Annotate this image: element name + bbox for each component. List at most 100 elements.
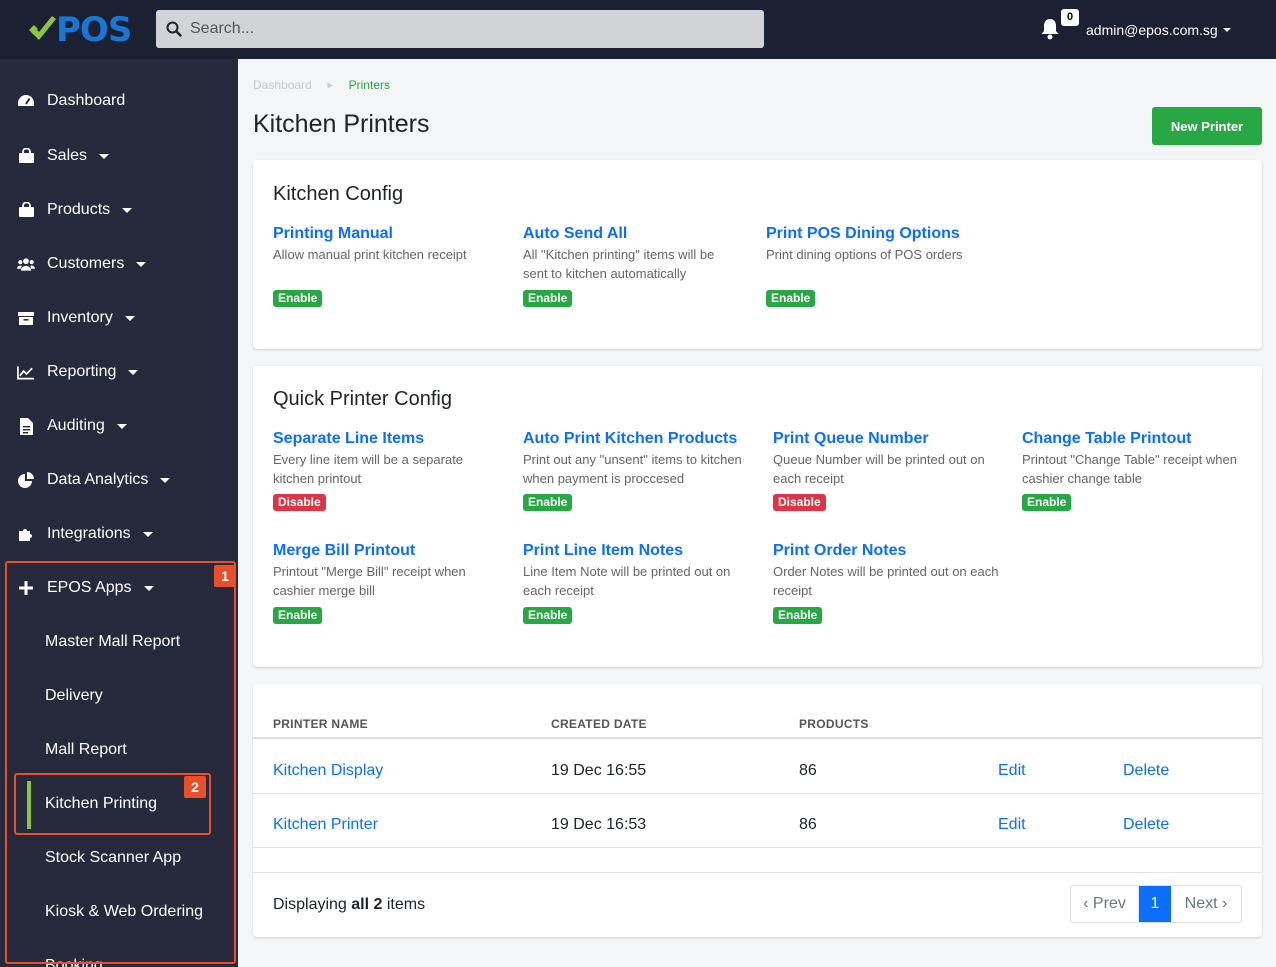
pagination-next[interactable]: Next › <box>1171 886 1241 922</box>
pie-chart-icon <box>17 471 35 489</box>
status-badge[interactable]: Enable <box>1022 494 1072 511</box>
option-desc: Every line item will be a separate kitch… <box>273 452 464 486</box>
annotation-number-2: 2 <box>184 776 206 798</box>
status-badge[interactable]: Enable <box>273 290 323 307</box>
option-title[interactable]: Separate Line Items <box>273 430 503 448</box>
items-count-text: Displaying all 2 items <box>273 896 425 914</box>
chevron-down-icon <box>116 423 127 429</box>
status-badge[interactable]: Enable <box>766 290 816 307</box>
chevron-down-icon <box>99 153 110 159</box>
delete-link[interactable]: Delete <box>1123 816 1169 834</box>
header-divider <box>253 737 1262 739</box>
printer-name-link[interactable]: Kitchen Display <box>273 762 383 780</box>
sidebar-item-label: Auditing <box>47 417 105 434</box>
puzzle-icon <box>17 525 35 543</box>
sidebar-item-sales[interactable]: Sales <box>0 129 238 183</box>
sidebar-item-inventory[interactable]: Inventory <box>0 291 238 345</box>
row-divider <box>253 847 1262 848</box>
status-badge[interactable]: Disable <box>273 494 326 511</box>
edit-link[interactable]: Edit <box>998 762 1026 780</box>
quick-printer-config-card: Quick Printer Config Separate Line Items… <box>253 366 1262 667</box>
option-change-table-printout: Change Table Printout Printout "Change T… <box>1022 430 1252 488</box>
status-badge[interactable]: Enable <box>773 607 823 624</box>
top-bar: POS 0 admin@epos.com.sg <box>0 0 1276 59</box>
option-print-queue-number: Print Queue Number Queue Number will be … <box>773 430 1003 488</box>
option-title[interactable]: Print Queue Number <box>773 430 1003 448</box>
chevron-down-icon <box>128 369 139 375</box>
search-box[interactable] <box>156 10 764 48</box>
option-separate-line-items: Separate Line Items Every line item will… <box>273 430 503 488</box>
option-title[interactable]: Print Order Notes <box>773 542 1003 560</box>
footer-divider <box>253 872 1262 873</box>
products-count: 86 <box>799 816 817 833</box>
archive-box-icon <box>17 309 35 327</box>
sidebar-item-reporting[interactable]: Reporting <box>0 345 238 399</box>
status-badge[interactable]: Disable <box>773 494 826 511</box>
printer-name-link[interactable]: Kitchen Printer <box>273 816 378 834</box>
page-title: Kitchen Printers <box>253 110 430 138</box>
sidebar-item-label: Customers <box>47 255 125 272</box>
new-printer-button[interactable]: New Printer <box>1152 107 1262 145</box>
breadcrumb-current: Printers <box>348 78 390 92</box>
epos-logo[interactable]: POS <box>26 10 132 50</box>
column-header-products[interactable]: PRODUCTS <box>799 717 869 731</box>
notification-count-badge: 0 <box>1061 9 1079 26</box>
option-desc: Line Item Note will be printed out on ea… <box>523 564 731 598</box>
sidebar-item-label: Products <box>47 201 111 218</box>
sidebar-item-dashboard[interactable]: Dashboard <box>0 74 238 128</box>
breadcrumb-home[interactable]: Dashboard <box>253 78 312 92</box>
bell-icon[interactable] <box>1040 18 1060 40</box>
sidebar-item-auditing[interactable]: Auditing <box>0 399 238 453</box>
chevron-down-icon <box>122 207 133 213</box>
sidebar-item-products[interactable]: Products <box>0 183 238 237</box>
delete-link[interactable]: Delete <box>1123 762 1169 780</box>
option-desc: Order Notes will be printed out on each … <box>773 564 999 598</box>
option-title[interactable]: Auto Print Kitchen Products <box>523 430 753 448</box>
option-title[interactable]: Printing Manual <box>273 225 503 243</box>
document-icon <box>17 417 35 435</box>
option-merge-bill-printout: Merge Bill Printout Printout "Merge Bill… <box>273 542 503 600</box>
sidebar-item-label: Inventory <box>47 309 113 326</box>
breadcrumb: Dashboard ► Printers <box>253 78 390 92</box>
user-menu[interactable]: admin@epos.com.sg <box>1086 22 1231 38</box>
footer-count: all 2 <box>351 896 383 913</box>
option-desc: Printout "Merge Bill" receipt when cashi… <box>273 564 466 598</box>
sidebar-item-label: Sales <box>47 147 88 164</box>
sidebar-item-integrations[interactable]: Integrations <box>0 507 238 561</box>
status-badge[interactable]: Enable <box>523 607 573 624</box>
column-header-printer-name[interactable]: PRINTER NAME <box>273 717 368 731</box>
chevron-down-icon <box>124 315 135 321</box>
footer-suffix: items <box>386 896 426 913</box>
option-title[interactable]: Print Line Item Notes <box>523 542 753 560</box>
option-print-line-item-notes: Print Line Item Notes Line Item Note wil… <box>523 542 753 600</box>
column-header-created-date[interactable]: CREATED DATE <box>551 717 647 731</box>
sidebar-item-customers[interactable]: Customers <box>0 237 238 291</box>
status-badge[interactable]: Enable <box>523 290 573 307</box>
card-title: Quick Printer Config <box>273 388 452 410</box>
highlight-box-2 <box>14 773 211 835</box>
chevron-down-icon <box>136 261 147 267</box>
sidebar-item-label: Reporting <box>47 363 117 380</box>
search-icon <box>166 21 182 37</box>
pagination-prev[interactable]: ‹ Prev <box>1071 886 1139 922</box>
user-email: admin@epos.com.sg <box>1086 22 1218 38</box>
option-desc: Print out any "unsent" items to kitchen … <box>523 452 742 486</box>
edit-link[interactable]: Edit <box>998 816 1026 834</box>
shopping-bag-icon <box>17 201 35 219</box>
sidebar-item-data-analytics[interactable]: Data Analytics <box>0 453 238 507</box>
chevron-down-icon <box>160 477 171 483</box>
option-title[interactable]: Auto Send All <box>523 225 738 243</box>
status-badge[interactable]: Enable <box>273 607 323 624</box>
pagination-page-1[interactable]: 1 <box>1139 886 1171 922</box>
status-badge[interactable]: Enable <box>523 494 573 511</box>
search-input[interactable] <box>190 20 750 38</box>
sidebar-item-label: Dashboard <box>47 92 126 109</box>
option-print-order-notes: Print Order Notes Order Notes will be pr… <box>773 542 1003 600</box>
option-title[interactable]: Merge Bill Printout <box>273 542 503 560</box>
option-title[interactable]: Change Table Printout <box>1022 430 1252 448</box>
row-divider <box>253 793 1262 794</box>
pagination: ‹ Prev 1 Next › <box>1070 885 1242 923</box>
option-title[interactable]: Print POS Dining Options <box>766 225 1006 243</box>
line-chart-icon <box>17 363 35 381</box>
printers-table-card: PRINTER NAME CREATED DATE PRODUCTS Kitch… <box>253 684 1262 937</box>
